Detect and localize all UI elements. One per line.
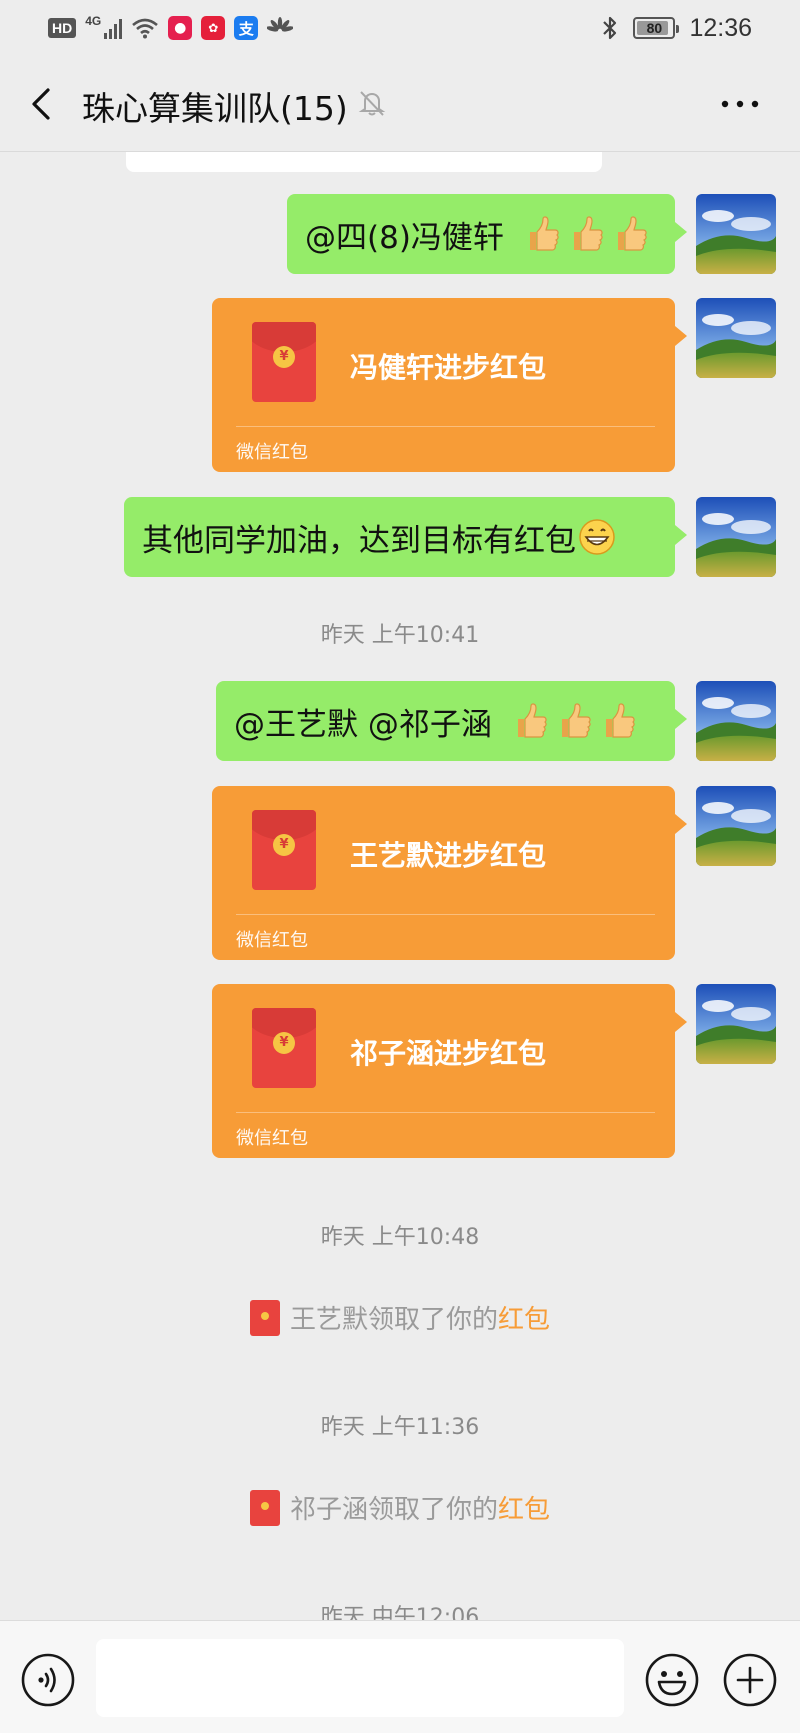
thumbs-up-emoji-group [510, 701, 638, 741]
hd-badge: HD [48, 18, 77, 38]
thumbs-up-icon [522, 214, 562, 254]
thumbs-up-icon [566, 214, 606, 254]
divider [236, 914, 655, 915]
system-message-text: 祁子涵领取了你的 [289, 1495, 498, 1525]
grinning-face-icon [579, 519, 615, 555]
timestamp: 昨天 上午10:41 [320, 623, 480, 648]
avatar[interactable] [696, 984, 776, 1064]
red-packet-link[interactable]: 红包 [498, 1495, 550, 1525]
thumbs-up-icon [610, 214, 650, 254]
red-packet-title: 冯健轩进步红包 [350, 351, 547, 384]
system-message: 王艺默领取了你的红包 [0, 1299, 800, 1336]
wifi-icon [132, 18, 159, 39]
divider [236, 426, 655, 427]
red-envelope-icon [249, 1299, 280, 1336]
timestamp: 昨天 上午11:36 [320, 1415, 480, 1440]
red-packet-card[interactable]: ¥ 冯健轩进步红包 微信红包 [212, 298, 687, 472]
divider [236, 1112, 655, 1113]
system-message-text: 王艺默领取了你的 [289, 1305, 498, 1335]
network-type: 4G [85, 14, 102, 28]
red-envelope-icon: ¥ [252, 322, 316, 402]
red-packet-card[interactable]: ¥ 祁子涵进步红包 微信红包 [212, 984, 687, 1158]
taobao-icon: ✿ [201, 16, 226, 40]
red-packet-label: 微信红包 [236, 930, 308, 951]
chat-header: 珠心算集训队(15) [0, 56, 800, 152]
status-left: HD 4G ● ✿ 支 [48, 14, 294, 42]
previous-message-card[interactable] [126, 152, 602, 172]
thumbs-up-icon [554, 701, 594, 741]
input-bar [0, 1620, 800, 1733]
emoji-icon[interactable] [644, 1652, 700, 1708]
battery-icon: 80 [633, 17, 680, 39]
red-packet-title: 王艺默进步红包 [350, 839, 547, 872]
red-packet-label: 微信红包 [236, 1128, 308, 1149]
message-text: 其他同学加油，达到目标有红包 [142, 522, 576, 559]
timestamp: 昨天 中午12:06 [320, 1605, 480, 1620]
thumbs-up-icon [598, 701, 638, 741]
chat-title: 珠心算集训队(15) [82, 89, 348, 128]
avatar[interactable] [696, 681, 776, 761]
text-message-bubble[interactable]: @王艺默 @祁子涵 [216, 681, 687, 761]
red-envelope-icon: ¥ [252, 810, 316, 890]
battery-level: 80 [646, 20, 663, 36]
red-packet-title: 祁子涵进步红包 [350, 1037, 547, 1070]
red-packet-label: 微信红包 [236, 442, 308, 463]
red-app-icon: ● [168, 16, 193, 40]
thumbs-up-emoji-group [522, 214, 650, 254]
bell-off-icon [358, 91, 386, 116]
voice-icon[interactable] [20, 1652, 76, 1708]
status-right: 80 12:36 [601, 12, 752, 44]
message-input[interactable] [96, 1639, 624, 1717]
avatar[interactable] [696, 786, 776, 866]
red-envelope-icon: ¥ [252, 1008, 316, 1088]
signal-icon [104, 17, 123, 39]
plus-circle-icon[interactable] [722, 1652, 778, 1708]
back-chevron-icon[interactable] [22, 84, 62, 124]
bluetooth-icon [603, 16, 617, 40]
status-bar: HD 4G ● ✿ 支 80 12:36 [0, 0, 800, 56]
clock: 12:36 [689, 13, 752, 42]
more-dots-icon[interactable] [718, 92, 762, 116]
red-packet-card[interactable]: ¥ 王艺默进步红包 微信红包 [212, 786, 687, 960]
avatar[interactable] [696, 497, 776, 577]
text-message-bubble[interactable]: @四(8)冯健轩 [287, 194, 687, 274]
system-message: 祁子涵领取了你的红包 [0, 1489, 800, 1526]
thumbs-up-icon [510, 701, 550, 741]
huawei-icon [267, 17, 294, 32]
message-text: @王艺默 @祁子涵 [234, 706, 492, 743]
red-envelope-icon [249, 1489, 280, 1526]
red-packet-link[interactable]: 红包 [498, 1305, 550, 1335]
alipay-icon: 支 [234, 16, 259, 40]
avatar[interactable] [696, 298, 776, 378]
avatar[interactable] [696, 194, 776, 274]
text-message-bubble[interactable]: 其他同学加油，达到目标有红包 [124, 497, 687, 577]
message-text: @四(8)冯健轩 [305, 219, 504, 256]
timestamp: 昨天 上午10:48 [320, 1225, 480, 1250]
chat-messages[interactable]: @四(8)冯健轩 ¥ 冯健轩进步红包 微信红包 其他同学加油，达到目标有红包 昨… [0, 152, 800, 1620]
